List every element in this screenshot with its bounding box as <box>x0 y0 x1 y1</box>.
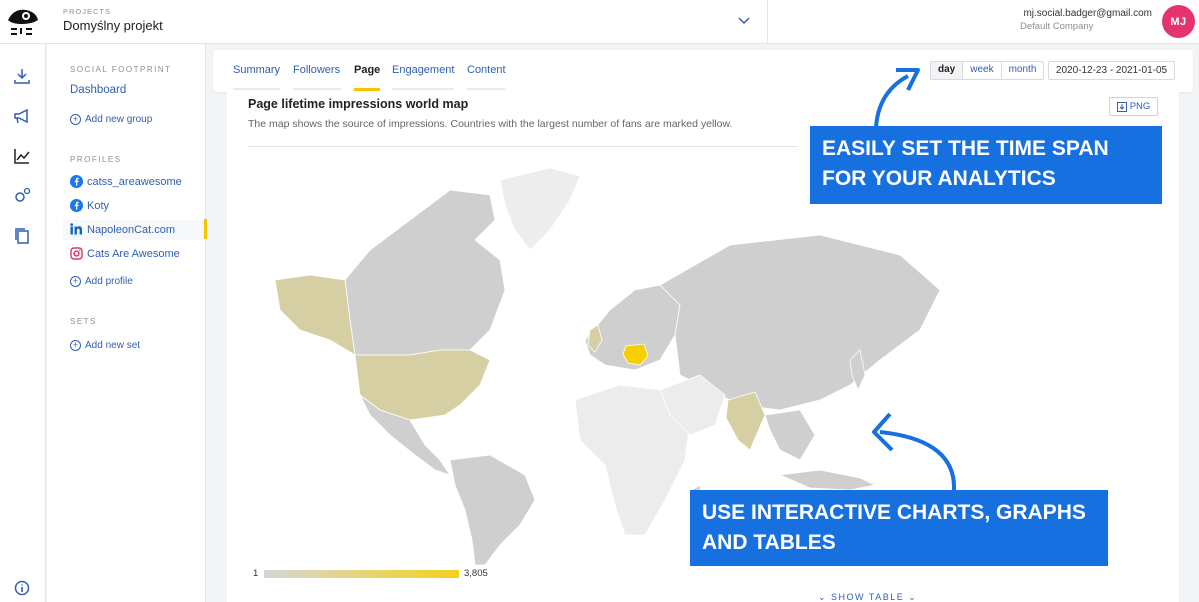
legend-max-value: 3,805 <box>464 568 488 579</box>
sets-heading: SETS <box>70 317 97 326</box>
arrow-up-icon <box>874 68 920 129</box>
tab-bar: Summary Followers Page Engagement Conten… <box>213 50 1193 92</box>
chevron-down-icon: ⌄ <box>904 592 918 602</box>
user-company: Default Company <box>1020 21 1094 32</box>
map-country-india <box>725 391 766 451</box>
info-icon[interactable] <box>14 580 30 596</box>
legend-min-value: 1 <box>253 568 259 579</box>
map-country-indonesia <box>778 469 877 491</box>
callout-charts: USE INTERACTIVE CHARTS, GRAPHS AND TABLE… <box>690 490 1108 566</box>
megaphone-icon[interactable] <box>12 106 32 126</box>
linkedin-icon <box>70 223 82 235</box>
arrow-curved-icon <box>872 412 957 491</box>
icon-rail <box>0 44 46 602</box>
project-selector[interactable]: PROJECTS Domyślny projekt <box>52 0 768 44</box>
show-table-label: SHOW TABLE <box>831 592 905 602</box>
profiles-heading: PROFILES <box>70 155 122 164</box>
chevron-down-icon: ⌄ <box>818 592 832 602</box>
tab-page[interactable]: Page <box>354 64 381 91</box>
plus-circle-icon: + <box>70 340 81 351</box>
sidebar-profile-cats-are-awesome[interactable]: Cats Are Awesome <box>70 247 180 260</box>
download-icon <box>1116 101 1127 112</box>
projects-label: PROJECTS <box>63 7 112 16</box>
tab-followers[interactable]: Followers <box>293 64 340 76</box>
tab-underline <box>467 88 505 90</box>
png-label: PNG <box>1129 101 1151 112</box>
sidebar-profile-napoleoncat[interactable]: NapoleonCat.com <box>70 219 208 239</box>
show-table-button[interactable]: ⌄ SHOW TABLE ⌄ <box>818 592 917 602</box>
card-title: Page lifetime impressions world map <box>248 97 469 111</box>
map-country-greenland <box>499 167 581 251</box>
sidebar: SOCIAL FOOTPRINT Dashboard + Add new gro… <box>47 44 208 602</box>
dashboard-link[interactable]: Dashboard <box>70 84 126 96</box>
map-country-alaska <box>274 274 356 356</box>
copy-icon[interactable] <box>12 226 32 246</box>
timespan-month[interactable]: month <box>1002 62 1044 79</box>
tab-underline <box>233 88 280 90</box>
legend-gradient-bar <box>264 570 459 578</box>
top-bar: PROJECTS Domyślny projekt mj.social.badg… <box>0 0 1199 44</box>
line-chart-icon[interactable] <box>12 146 32 166</box>
card-subtitle: The map shows the source of impressions.… <box>248 118 733 130</box>
sidebar-profile-koty[interactable]: Koty <box>70 199 109 212</box>
user-email: mj.social.badger@gmail.com <box>1023 8 1152 19</box>
add-profile-button[interactable]: + Add profile <box>70 276 133 287</box>
date-range-picker[interactable]: 2020-12-23 - 2021-01-05 <box>1048 61 1175 80</box>
chevron-down-icon[interactable] <box>736 12 752 28</box>
add-group-button[interactable]: + Add new group <box>70 114 152 125</box>
tab-underline <box>293 88 341 90</box>
plus-circle-icon: + <box>70 276 81 287</box>
project-name: Domyślny projekt <box>63 18 163 33</box>
sidebar-profile-catss-areawesome[interactable]: catss_areawesome <box>70 175 182 188</box>
napoleoncat-logo-icon[interactable] <box>4 4 42 40</box>
add-set-label: Add new set <box>85 340 141 351</box>
tab-engagement[interactable]: Engagement <box>392 64 454 76</box>
social-footprint-heading: SOCIAL FOOTPRINT <box>70 65 172 74</box>
gear-cogs-icon[interactable] <box>12 186 32 206</box>
download-icon[interactable] <box>12 66 32 86</box>
profile-name: Cats Are Awesome <box>87 247 180 260</box>
facebook-icon <box>70 175 83 188</box>
png-export-button[interactable]: PNG <box>1109 97 1158 116</box>
tab-underline <box>392 88 454 90</box>
callout-timespan: EASILY SET THE TIME SPAN FOR YOUR ANALYT… <box>810 126 1162 204</box>
profile-name: Koty <box>87 199 110 212</box>
map-country-canada <box>344 189 506 356</box>
timespan-selector: day week month <box>930 61 1045 80</box>
timespan-week[interactable]: week <box>963 62 1002 79</box>
add-group-label: Add new group <box>85 114 153 125</box>
map-region-southeast-asia <box>764 409 816 461</box>
tab-summary[interactable]: Summary <box>233 64 280 76</box>
map-continent-south-america <box>449 454 536 566</box>
divider <box>248 146 798 147</box>
profile-name: NapoleonCat.com <box>87 223 176 236</box>
facebook-icon <box>70 199 83 212</box>
profile-name: catss_areawesome <box>87 175 182 188</box>
add-profile-label: Add profile <box>85 276 133 287</box>
instagram-icon <box>70 247 83 260</box>
tab-content[interactable]: Content <box>467 64 506 76</box>
plus-circle-icon: + <box>70 114 81 125</box>
add-set-button[interactable]: + Add new set <box>70 340 140 351</box>
avatar[interactable]: MJ <box>1162 5 1195 38</box>
